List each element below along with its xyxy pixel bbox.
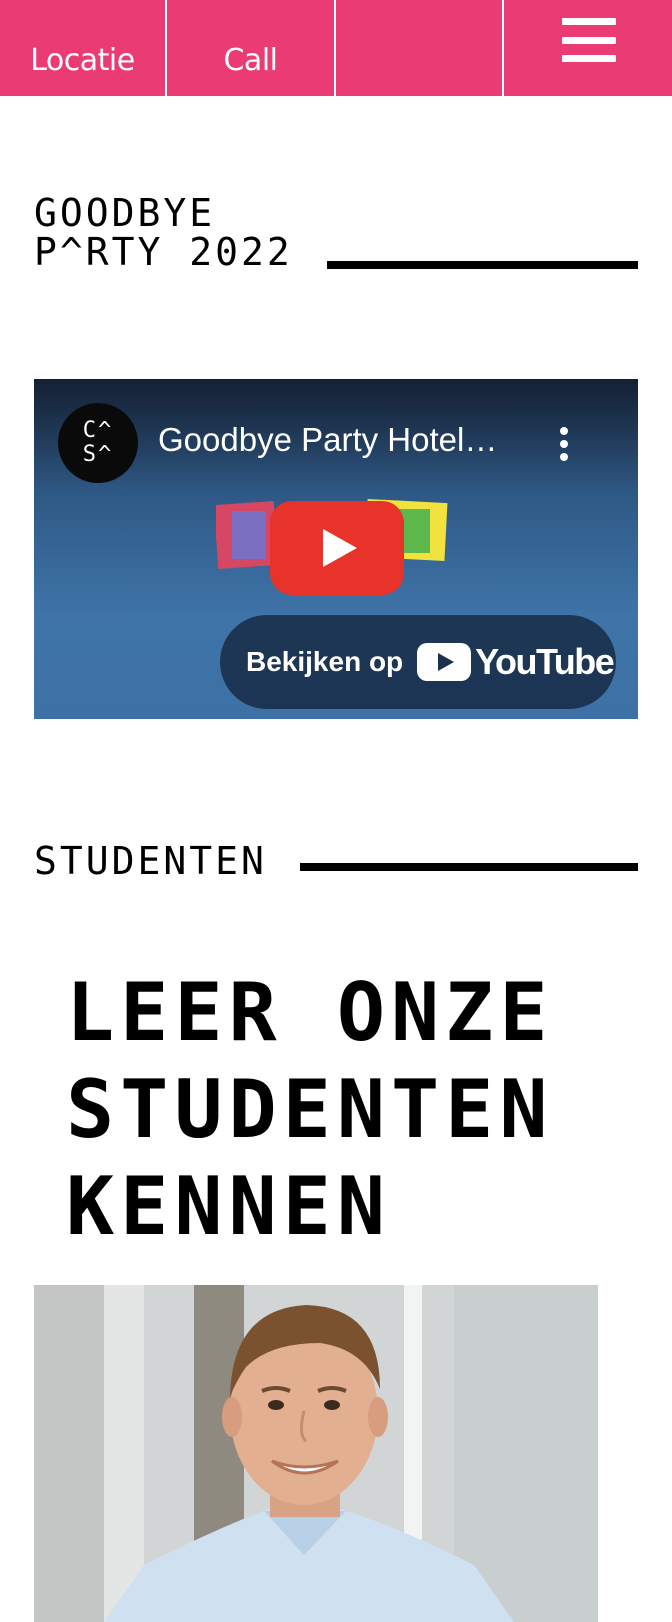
channel-avatar[interactable]: C^ S^ [58,403,138,483]
section-heading-line-1: GOODBYE [34,191,216,235]
channel-avatar-line-2: S^ [82,442,114,467]
nav-call-link[interactable]: Call [167,0,336,96]
students-intro-line-1: LEER ONZE [66,966,554,1059]
section-heading-studenten-label: STUDENTEN [34,839,267,883]
more-vertical-icon[interactable] [559,427,569,461]
video-title[interactable]: Goodbye Party Hotel… [158,421,497,459]
watch-on-label: Bekijken op [246,646,404,677]
section-heading-line-2: P^RTY 2022 [34,230,293,274]
youtube-video-embed[interactable]: C^ S^ Goodbye Party Hotel… Bekijken op Y… [34,379,638,719]
nav-menu-cell [504,0,672,96]
section-divider-studenten [300,863,638,871]
hamburger-menu-icon[interactable] [562,18,616,62]
student-portrait-illustration [34,1285,598,1622]
youtube-wordmark: YouTube [475,641,615,682]
play-button[interactable] [270,501,404,595]
nav-call-label: Call [223,43,278,78]
channel-avatar-line-1: C^ [82,418,114,443]
students-intro-line-3: KENNEN [66,1160,391,1253]
section-heading-studenten: STUDENTEN [34,842,267,881]
top-navigation: Locatie Call [0,0,672,96]
nav-empty-cell[interactable] [336,0,504,96]
student-photo [34,1285,598,1622]
play-icon [323,529,357,567]
youtube-play-icon [417,643,472,681]
nav-location-label: Locatie [30,43,135,78]
watch-on-youtube-button[interactable]: Bekijken op YouTube [220,615,616,709]
students-intro-line-2: STUDENTEN [66,1063,554,1156]
students-intro-heading: LEER ONZE STUDENTEN KENNEN [66,964,553,1255]
section-divider-goodbye [327,261,638,269]
youtube-logo: YouTube [417,641,615,683]
nav-location-link[interactable]: Locatie [0,0,167,96]
section-heading-goodbye-party: GOODBYE P^RTY 2022 [34,194,293,272]
